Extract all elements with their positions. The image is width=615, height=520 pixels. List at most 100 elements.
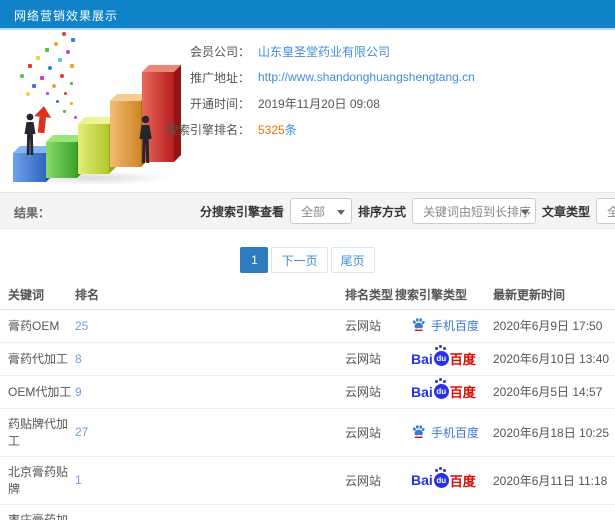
mobile-baidu-icon: [411, 423, 426, 442]
confetti-dot: [63, 110, 66, 113]
confetti-dot: [74, 116, 77, 119]
rank-type-cell: 云网站: [345, 456, 395, 505]
baidu-paw-icon: du: [433, 468, 449, 488]
header-rank: 排名: [75, 281, 345, 310]
engine-type-cell: 手机百度: [395, 408, 493, 457]
updated-cell: 2020年6月9日 17:50: [493, 309, 615, 343]
article-type-select[interactable]: 全部: [596, 198, 615, 224]
keyword-cell: 枣庄膏药加工: [0, 504, 75, 520]
updated-cell: 2020年6月18日 10:25: [493, 408, 615, 457]
rank-type-cell: 云网站: [345, 408, 395, 457]
article-type-select-value: 全部: [607, 204, 615, 219]
rank-link[interactable]: 1: [75, 473, 82, 487]
baidu-logo[interactable]: Bai du 百度: [411, 468, 476, 490]
updated-cell: 2020年6月11日 11:18: [493, 456, 615, 505]
mobile-baidu-link[interactable]: 手机百度: [431, 424, 479, 441]
table-row: 膏药代加工 8 云网站 Bai du 百度 2020年6月10日 13:40: [0, 342, 615, 376]
confetti-dot: [45, 48, 49, 52]
mobile-baidu-link[interactable]: 手机百度: [431, 317, 479, 334]
rank-link[interactable]: 8: [75, 352, 82, 366]
company-row: 会员公司： 山东皇圣堂药业有限公司: [160, 38, 615, 64]
sort-select-value: 关键词由短到长排序: [423, 204, 532, 219]
updated-cell: 2020年6月18日 10:19: [493, 504, 615, 520]
confetti-dot: [26, 92, 30, 96]
engine-type-cell: 手机百度: [395, 309, 493, 343]
bar-blue: [13, 153, 46, 182]
header-updated: 最新更新时间: [493, 281, 615, 310]
confetti-dot: [52, 84, 56, 88]
rank-count-number[interactable]: 5325: [258, 123, 285, 137]
table-header-row: 关键词 排名 排名类型 搜索引擎类型 最新更新时间: [0, 281, 615, 310]
updated-cell: 2020年6月10日 13:40: [493, 342, 615, 376]
engine-type-cell: Bai du 百度: [395, 342, 493, 376]
confetti-dot: [40, 76, 44, 80]
url-label: 推广地址：: [189, 70, 250, 85]
page: 网络营销效果展示 会员公司： 山东皇圣堂药业有限公司 推广地址： http://…: [0, 0, 615, 520]
engine-cell: Bai du 百度: [395, 468, 493, 490]
header-keyword: 关键词: [0, 281, 75, 310]
table-row: OEM代加工 9 云网站 Bai du 百度 2020年6月5日 14:57: [0, 375, 615, 409]
baidu-logo[interactable]: Bai du 百度: [411, 380, 476, 401]
confetti-dot: [70, 82, 73, 85]
confetti-dot: [56, 100, 59, 103]
rank-type-cell: 云网站: [345, 504, 395, 520]
engine-cell: Bai du 百度: [395, 380, 493, 401]
rank-link[interactable]: 9: [75, 385, 82, 399]
engine-type-cell: 手机百度: [395, 504, 493, 520]
filter-bar: 结果： 分搜索引擎查看 全部 排序方式 关键词由短到长排序 文章类型 全部 提交: [0, 192, 615, 229]
chevron-down-icon: [521, 210, 530, 215]
confetti-dot: [64, 92, 67, 95]
confetti-dot: [32, 84, 36, 88]
pagination-next[interactable]: 下一页: [271, 247, 328, 273]
rank-cell: 25: [75, 309, 345, 343]
confetti-dot: [36, 56, 40, 60]
confetti-dot: [70, 64, 74, 68]
promotion-url-link[interactable]: http://www.shandonghuangshengtang.cn: [258, 70, 475, 84]
baidu-logo-cn: 百度: [449, 473, 476, 489]
businessman-right-icon: [137, 115, 154, 165]
engine-cell: Bai du 百度: [395, 347, 493, 368]
rank-cell: 27: [75, 408, 345, 457]
open-time-value: 2019年11月20日 09:08: [258, 96, 380, 111]
bar-green: [46, 142, 77, 178]
bar-yellow: [78, 124, 109, 174]
baidu-logo[interactable]: Bai du 百度: [411, 347, 476, 368]
header-engine-type: 搜索引擎类型: [395, 281, 493, 310]
engine-filter-label: 分搜索引擎查看: [200, 204, 285, 219]
sort-select[interactable]: 关键词由短到长排序: [412, 198, 537, 224]
updated-cell: 2020年6月5日 14:57: [493, 375, 615, 409]
chevron-down-icon: [337, 210, 346, 215]
engine-type-cell: Bai du 百度: [395, 375, 493, 409]
rank-cell: 1: [75, 456, 345, 505]
topbar: 网络营销效果展示: [0, 0, 615, 28]
confetti-dot: [71, 38, 75, 42]
rank-count-value[interactable]: 5325条: [258, 121, 297, 138]
engine-type-cell: Bai du 百度: [395, 456, 493, 505]
confetti-dot: [20, 74, 24, 78]
keyword-cell: 北京膏药贴牌: [0, 456, 75, 505]
keyword-cell: 膏药OEM: [0, 309, 75, 343]
engine-cell: 手机百度: [395, 423, 493, 442]
confetti-dot: [58, 58, 62, 62]
pagination-page-1[interactable]: 1: [240, 247, 269, 273]
rank-cell: 9: [75, 375, 345, 409]
rank-cell: 8: [75, 342, 345, 376]
company-link[interactable]: 山东皇圣堂药业有限公司: [258, 43, 390, 60]
rank-count-unit[interactable]: 条: [285, 123, 297, 137]
url-row: 推广地址： http://www.shandonghuangshengtang.…: [160, 64, 615, 90]
rank-link[interactable]: 25: [75, 319, 88, 333]
pagination: 1 下一页 尾页: [0, 247, 615, 273]
engine-select[interactable]: 全部: [290, 198, 353, 224]
confetti-dot: [60, 74, 64, 78]
rank-link[interactable]: 27: [75, 425, 88, 439]
table-row: 北京膏药贴牌 1 云网站 Bai du 百度 2020年6月11日 11:18: [0, 456, 615, 505]
open-time-row: 开通时间： 2019年11月20日 09:08: [160, 90, 615, 116]
baidu-paw-icon: du: [433, 347, 449, 366]
rank-count-label: 搜索引擎排名：: [165, 122, 250, 137]
confetti-dot: [62, 32, 66, 36]
table-row: 枣庄膏药加工1,4,6云网站手机百度2020年6月18日 10:19: [0, 504, 615, 520]
header-rank-type: 排名类型: [345, 281, 395, 310]
baidu-paw-icon: du: [433, 380, 449, 399]
confetti-dot: [54, 42, 58, 46]
pagination-last[interactable]: 尾页: [330, 247, 375, 273]
